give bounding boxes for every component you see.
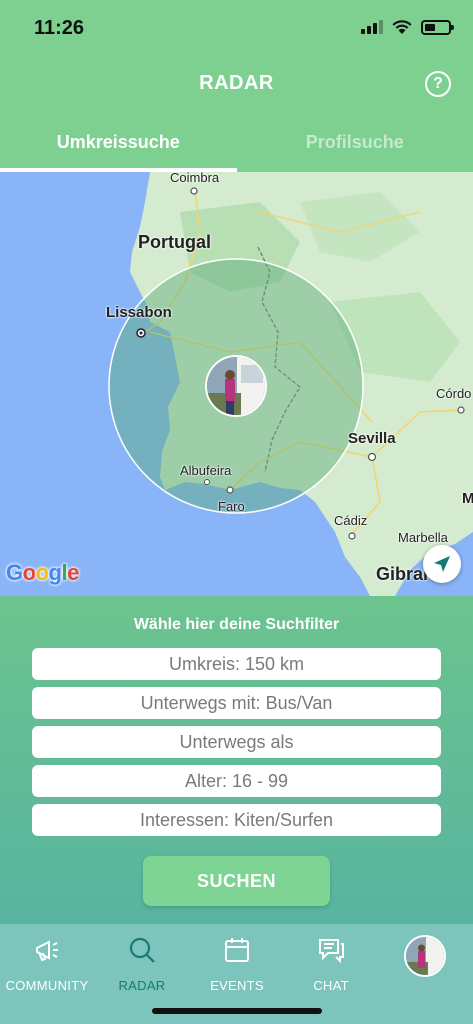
- search-button[interactable]: SUCHEN: [143, 856, 330, 906]
- nav-radar[interactable]: RADAR: [95, 934, 189, 993]
- megaphone-icon: [36, 940, 58, 962]
- map-label-m: M: [462, 490, 473, 507]
- chat-icon: [319, 939, 344, 964]
- locate-me-button[interactable]: [423, 545, 461, 583]
- battery-icon: [421, 19, 454, 35]
- map-label-cadiz: Cádiz: [334, 513, 368, 528]
- profile-avatar[interactable]: [404, 935, 446, 977]
- map-label-coimbra: Coimbra: [170, 172, 220, 185]
- filter-age[interactable]: Alter: 16 - 99: [32, 765, 441, 797]
- map-label-lissabon: Lissabon: [106, 304, 172, 321]
- page-title: RADAR: [199, 72, 274, 94]
- map-label-portugal: Portugal: [138, 232, 212, 252]
- tab-bar: Umkreissuche Profilsuche: [0, 118, 473, 172]
- map-label-faro: Faro: [218, 499, 245, 514]
- filter-panel: Wähle hier deine Suchfilter Umkreis: 150…: [0, 596, 473, 924]
- map-label-sevilla: Sevilla: [348, 430, 396, 447]
- map-label-gibraltar: Gibral: [376, 564, 429, 584]
- map-label-marbella: Marbella: [398, 530, 448, 545]
- map-label-cordoba: Córdo: [436, 386, 472, 401]
- navigation-arrow-icon: [434, 556, 450, 572]
- status-icons: [361, 19, 454, 35]
- nav-community[interactable]: COMMUNITY: [0, 934, 94, 993]
- home-indicator[interactable]: [152, 1008, 322, 1014]
- help-icon[interactable]: ?: [425, 71, 451, 97]
- nav-events[interactable]: EVENTS: [190, 934, 284, 993]
- tab-umkreissuche[interactable]: Umkreissuche: [0, 118, 237, 172]
- filter-travel-with[interactable]: Unterwegs mit: Bus/Van: [32, 687, 441, 719]
- filters-heading: Wähle hier deine Suchfilter: [133, 616, 340, 633]
- user-location-avatar[interactable]: [205, 355, 267, 417]
- nav-events-label: EVENTS: [210, 978, 264, 993]
- map-label-albufeira: Albufeira: [180, 463, 232, 478]
- google-attribution: Google: [6, 560, 79, 585]
- map-view[interactable]: Coimbra Portugal Lissabon Córdo Sevilla …: [0, 172, 473, 596]
- status-time: 11:26: [34, 17, 85, 39]
- nav-chat[interactable]: CHAT: [284, 934, 378, 993]
- wifi-icon: [392, 20, 412, 34]
- nav-chat-label: CHAT: [313, 978, 349, 993]
- nav-radar-label: RADAR: [118, 978, 166, 993]
- cellular-signal-icon: [361, 20, 383, 34]
- filter-travel-as[interactable]: Unterwegs als: [32, 726, 441, 758]
- status-bar: 11:26: [0, 0, 473, 54]
- filter-radius[interactable]: Umkreis: 150 km: [32, 648, 441, 680]
- calendar-icon: [225, 938, 249, 962]
- nav-community-label: COMMUNITY: [5, 978, 89, 993]
- app-header: 11:26 RADAR ? Umkreissuche Profilsuche: [0, 0, 473, 172]
- search-icon: [129, 937, 155, 963]
- filter-interests[interactable]: Interessen: Kiten/Surfen: [32, 804, 441, 836]
- tab-profilsuche[interactable]: Profilsuche: [237, 118, 473, 172]
